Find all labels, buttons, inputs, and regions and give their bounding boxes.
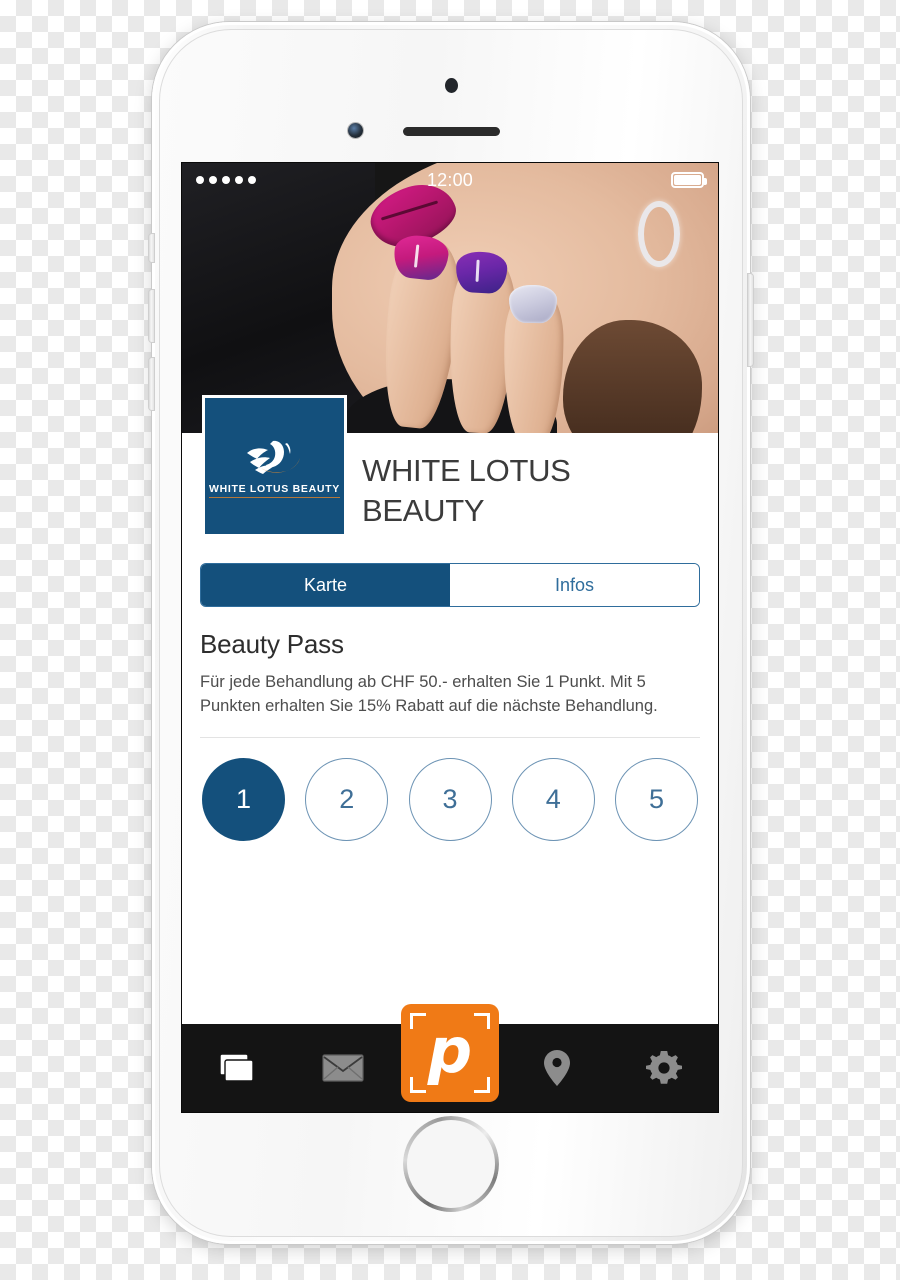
cards-icon [218, 1053, 254, 1082]
hero-nail [455, 250, 509, 294]
tab-settings[interactable] [611, 1024, 718, 1112]
power-button[interactable] [748, 274, 753, 366]
merchant-logo-caption: WHITE LOTUS BEAUTY [208, 483, 340, 498]
merchant-logo: WHITE LOTUS BEAUTY [202, 395, 347, 537]
section-title: Beauty Pass [200, 629, 344, 659]
status-bar-clock: 12:00 [426, 169, 474, 190]
scan-bracket-icon [410, 1077, 426, 1093]
gear-icon [646, 1051, 683, 1084]
point-stamp-4[interactable]: 4 [511, 757, 595, 841]
segmented-control[interactable]: Karte Infos [200, 563, 700, 607]
point-stamp-1[interactable]: 1 [202, 757, 285, 841]
scan-button[interactable]: p [401, 1004, 499, 1102]
lotus-swan-icon [246, 440, 300, 474]
page-title-line1: WHITE LOTUS [362, 453, 571, 488]
hero-image [182, 163, 718, 433]
front-camera-icon [348, 123, 363, 138]
page-title-line2: BEAUTY [362, 492, 485, 528]
tab-cards[interactable] [182, 1024, 289, 1112]
point-stamp-5[interactable]: 5 [615, 757, 698, 841]
home-button[interactable] [403, 1116, 499, 1212]
point-stamp-2[interactable]: 2 [305, 757, 389, 841]
tab-infos[interactable]: Infos [450, 564, 699, 606]
envelope-icon [322, 1054, 364, 1082]
status-bar: 12:00 [182, 163, 718, 197]
hero-nail [508, 284, 558, 323]
tab-karte[interactable]: Karte [201, 564, 450, 606]
tab-messages[interactable] [289, 1024, 396, 1112]
page-title: WHITE LOTUS BEAUTY [362, 433, 571, 530]
phone-screen: 12:00 WHITE LOTUS BEAUTY WHITE LOTUS BEA… [182, 163, 718, 1112]
point-stamp-3[interactable]: 3 [408, 757, 492, 841]
scan-bracket-icon [474, 1077, 490, 1093]
loyalty-points-row: 1 2 3 4 5 [202, 757, 698, 841]
volume-up-button[interactable] [149, 290, 154, 342]
location-pin-icon [544, 1050, 571, 1086]
proximity-sensor-icon [445, 78, 458, 93]
scan-bracket-icon [410, 1013, 426, 1029]
volume-down-button[interactable] [149, 358, 154, 410]
section-divider [200, 736, 700, 738]
section-description: Für jede Behandlung ab CHF 50.- erhalten… [200, 673, 658, 716]
silent-switch[interactable] [149, 234, 154, 262]
tab-locations[interactable] [504, 1024, 611, 1112]
battery-icon [671, 172, 707, 188]
scan-bracket-icon [474, 1013, 490, 1029]
earpiece-speaker [403, 127, 500, 136]
detail-card: WHITE LOTUS BEAUTY WHITE LOTUS BEAUTY Ka… [182, 395, 718, 1024]
scan-p-logo: p [427, 1014, 473, 1087]
